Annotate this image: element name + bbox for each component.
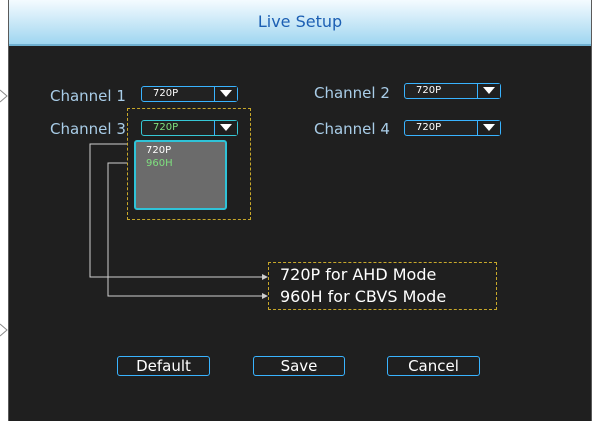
- save-button[interactable]: Save: [253, 356, 345, 376]
- annotation-line-cbvs: 960H for CBVS Mode: [280, 287, 447, 306]
- default-button[interactable]: Default: [117, 356, 210, 376]
- annotation-line-ahd: 720P for AHD Mode: [280, 265, 437, 284]
- cancel-button[interactable]: Cancel: [387, 356, 480, 376]
